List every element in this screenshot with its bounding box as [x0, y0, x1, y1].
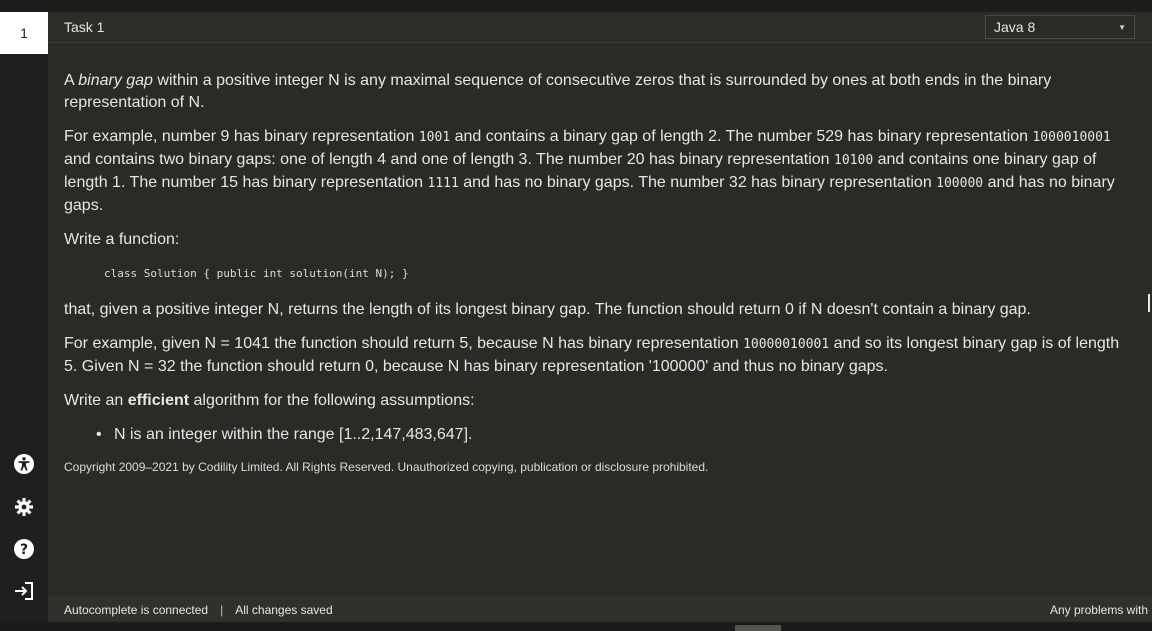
emphasis-efficient: efficient	[127, 392, 190, 409]
autocomplete-status: Autocomplete is connected	[64, 603, 209, 617]
status-bar: Autocomplete is connected | All changes sa…	[48, 596, 1152, 622]
task-description: A binary gap within a positive integer N…	[64, 70, 1134, 478]
status-separator: |	[220, 603, 224, 617]
svg-text:?: ?	[20, 542, 28, 558]
inline-code: 1000010001	[1032, 130, 1111, 145]
paragraph-write-function: Write a function:	[64, 231, 180, 248]
list-item: N is an integer within the range [1..2,1…	[96, 424, 1134, 446]
language-select[interactable]: Java 8 ▼	[985, 15, 1135, 39]
accessibility-icon[interactable]	[13, 453, 35, 475]
task-header: Task 1 Java 8 ▼	[48, 12, 1152, 43]
language-select-value: Java 8	[994, 19, 1036, 35]
top-strip	[0, 0, 1152, 12]
paragraph-efficient: Write an efficient algorithm for the fol…	[64, 392, 475, 409]
resize-handle[interactable]	[1148, 294, 1150, 312]
code-signature: class Solution { public int solution(int…	[104, 267, 409, 280]
inline-code: 10000010001	[743, 337, 830, 352]
chevron-down-icon: ▼	[1118, 23, 1126, 32]
paragraph-examples: For example, number 9 has binary represe…	[64, 128, 1115, 214]
horizontal-scrollbar[interactable]	[0, 622, 1152, 631]
inline-code: 1111	[427, 176, 459, 191]
paragraph-returns: that, given a positive integer N, return…	[64, 301, 1031, 318]
inline-code: 100000	[936, 176, 984, 191]
task-number-label: 1	[20, 25, 28, 41]
save-status: All changes saved	[235, 603, 333, 617]
logout-icon[interactable]	[13, 580, 35, 602]
scrollbar-thumb[interactable]	[735, 625, 781, 631]
problems-link[interactable]: Any problems with	[1050, 603, 1148, 617]
left-rail	[0, 12, 48, 622]
settings-gear-icon[interactable]	[13, 496, 35, 518]
task-number-tab[interactable]: 1	[0, 12, 48, 54]
paragraph-definition: A binary gap within a positive integer N…	[64, 72, 1052, 111]
assumptions-list: N is an integer within the range [1..2,1…	[64, 424, 1134, 446]
copyright-notice: Copyright 2009–2021 by Codility Limited.…	[64, 460, 709, 474]
inline-code: 1001	[418, 130, 451, 145]
task-title: Task 1	[64, 19, 105, 35]
paragraph-example-1041: For example, given N = 1041 the function…	[64, 335, 1120, 375]
emphasis-binary-gap: binary gap	[78, 72, 153, 89]
help-icon[interactable]: ?	[13, 538, 35, 560]
inline-code: 10100	[834, 153, 874, 168]
